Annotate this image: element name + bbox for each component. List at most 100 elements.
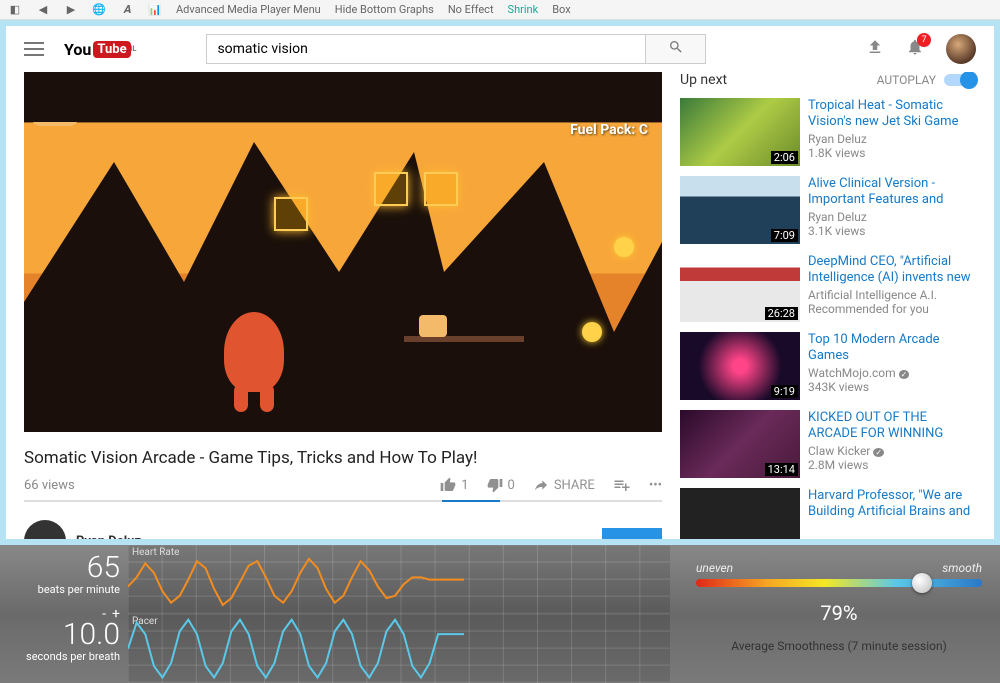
share-label: SHARE xyxy=(554,478,595,493)
like-ratio-bar xyxy=(24,500,662,502)
menu-no-effect[interactable]: No Effect xyxy=(448,3,494,16)
coin-icon xyxy=(582,322,602,342)
menu-advanced[interactable]: Advanced Media Player Menu xyxy=(176,3,321,16)
gauge-knob-icon[interactable] xyxy=(912,573,932,593)
powerup-icon xyxy=(374,172,408,206)
recommendation[interactable]: 26:28 DeepMind CEO, "Artificial Intellig… xyxy=(680,254,976,322)
search-box xyxy=(206,34,706,64)
more-button[interactable]: ••• xyxy=(649,478,662,493)
notif-badge: 7 xyxy=(917,33,931,47)
recommendation[interactable]: 13:14 KICKED OUT OF THE ARCADE FOR WINNI… xyxy=(680,410,976,478)
recommendation[interactable]: 2:06 Tropical Heat - Somatic Vision's ne… xyxy=(680,98,976,166)
rec-views: Recommended for you xyxy=(808,302,976,316)
thumbnail: 26:28 xyxy=(680,254,800,322)
app-icon: ◧ xyxy=(8,3,22,17)
youtube-header: YouTubeIL 7 xyxy=(6,26,994,72)
rec-views: 343K views xyxy=(808,380,976,394)
logo-text: You xyxy=(64,40,91,59)
rec-channel: WatchMojo.com xyxy=(808,366,976,380)
rec-title: Tropical Heat - Somatic Vision's new Jet… xyxy=(808,98,976,130)
graph2-label: Pacer xyxy=(132,616,158,627)
like-count: 1 xyxy=(461,478,468,493)
uploader-name[interactable]: Ryan Deluz xyxy=(76,534,141,540)
video-views: 66 views xyxy=(24,478,75,493)
rec-channel: Artificial Intelligence A.I. xyxy=(808,288,976,302)
up-next-label: Up next xyxy=(680,72,727,88)
duration-badge: 2:06 xyxy=(771,151,798,164)
heart-rate-label: beats per minute xyxy=(0,583,120,596)
heart-rate-value: 65 xyxy=(0,553,120,583)
chart-icon[interactable]: 📊 xyxy=(148,3,162,17)
back-icon[interactable]: ◀ xyxy=(36,3,50,17)
powerup-icon xyxy=(424,172,458,206)
metrics: 65 beats per minute -+ 10.0 seconds per … xyxy=(0,545,128,683)
forward-icon[interactable]: ▶ xyxy=(64,3,78,17)
text-style-icon[interactable]: 𝑨 xyxy=(120,3,134,17)
logo-region: IL xyxy=(131,45,137,53)
rec-title: KICKED OUT OF THE ARCADE FOR WINNING JAC… xyxy=(808,410,976,442)
add-to-button[interactable] xyxy=(613,476,631,494)
video-actions: 1 0 SHARE ••• xyxy=(440,476,662,494)
player-character xyxy=(419,315,447,337)
rec-channel: Claw Kicker xyxy=(808,444,976,458)
game-terrain xyxy=(24,72,662,432)
avatar[interactable] xyxy=(946,34,976,64)
rec-title: Harvard Professor, "We are Building Arti… xyxy=(808,488,976,520)
duration-badge: 7:09 xyxy=(771,229,798,242)
like-button[interactable]: 1 xyxy=(440,477,468,493)
uploader-avatar[interactable] xyxy=(24,520,66,539)
rec-title: Alive Clinical Version - Important Featu… xyxy=(808,176,976,208)
rec-title: Top 10 Modern Arcade Games xyxy=(808,332,976,364)
dislike-count: 0 xyxy=(508,478,515,493)
duration-badge: 13:14 xyxy=(765,463,798,476)
recommendation[interactable]: 7:09 Alive Clinical Version - Important … xyxy=(680,176,976,244)
breath-label: seconds per breath xyxy=(0,650,120,663)
share-button[interactable]: SHARE xyxy=(533,477,595,493)
powerup-icon xyxy=(274,197,308,231)
graph1-label: Heart Rate xyxy=(132,547,179,558)
biofeedback-panel: 65 beats per minute -+ 10.0 seconds per … xyxy=(0,545,1000,683)
heart-rate-graph: Heart Rate xyxy=(128,545,670,614)
video-player[interactable]: Level 4 $86130 / $100000 Fuel Pack: C xyxy=(24,72,662,432)
globe-icon[interactable]: 🌐 xyxy=(92,3,106,17)
recommendation[interactable]: 9:19 Top 10 Modern Arcade Games WatchMoj… xyxy=(680,332,976,400)
rec-title: DeepMind CEO, "Artificial Intelligence (… xyxy=(808,254,976,286)
menu-shrink[interactable]: Shrink xyxy=(508,3,539,16)
enemy-character xyxy=(224,312,284,392)
coin-icon xyxy=(614,237,634,257)
thumbnail: 7:09 xyxy=(680,176,800,244)
notifications-icon[interactable]: 7 xyxy=(906,38,924,60)
upload-icon[interactable] xyxy=(866,38,884,60)
autoplay-toggle[interactable] xyxy=(944,74,976,86)
thumbnail: 13:14 xyxy=(680,410,800,478)
smoothness-gauge[interactable] xyxy=(696,579,982,593)
recommendation[interactable]: Harvard Professor, "We are Building Arti… xyxy=(680,488,976,539)
rec-views: 3.1K views xyxy=(808,224,976,238)
app-frame: YouTubeIL 7 Level 4 xyxy=(0,20,1000,545)
smoothness-percent: 79% xyxy=(696,601,982,625)
menu-box[interactable]: Box xyxy=(552,3,570,16)
rec-views: 1.8K views xyxy=(808,146,976,160)
smoothness-panel: uneven smooth 79% Average Smoothness (7 … xyxy=(670,545,1000,683)
header-actions: 7 xyxy=(866,34,976,64)
menu-icon[interactable] xyxy=(24,42,44,56)
duration-badge: 9:19 xyxy=(771,385,798,398)
breath-value: 10.0 xyxy=(0,620,120,650)
gauge-right-label: smooth xyxy=(942,561,982,575)
search-button[interactable] xyxy=(646,34,706,64)
player-column: Level 4 $86130 / $100000 Fuel Pack: C xyxy=(24,72,662,529)
duration-badge: 26:28 xyxy=(765,307,798,320)
subscribe-button[interactable] xyxy=(602,528,662,539)
rec-channel: Ryan Deluz xyxy=(808,132,976,146)
youtube-logo[interactable]: YouTubeIL xyxy=(64,40,136,59)
dislike-button[interactable]: 0 xyxy=(487,477,515,493)
uploader-row: Ryan Deluz xyxy=(24,520,662,539)
smoothness-avg-label: Average Smoothness (7 minute session) xyxy=(696,639,982,653)
autoplay-label: AUTOPLAY xyxy=(877,73,936,87)
menu-hide-graphs[interactable]: Hide Bottom Graphs xyxy=(335,3,434,16)
video-title: Somatic Vision Arcade - Game Tips, Trick… xyxy=(24,448,662,468)
search-input[interactable] xyxy=(206,34,646,64)
rec-views: 2.8M views xyxy=(808,458,976,472)
sidebar: Up next AUTOPLAY 2:06 Tropical Heat - So… xyxy=(680,72,976,529)
browser-window: YouTubeIL 7 Level 4 xyxy=(6,26,994,539)
